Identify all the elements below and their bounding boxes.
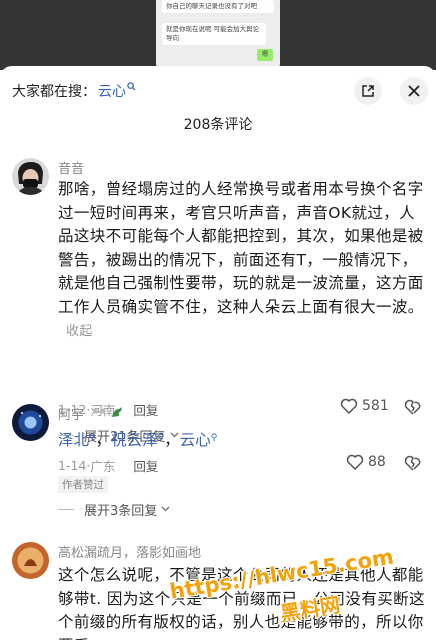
- search-icon: ⚲: [89, 433, 96, 443]
- dislike-button[interactable]: [404, 399, 422, 419]
- butterfly-icon: [92, 408, 110, 423]
- like-button[interactable]: 88: [346, 454, 386, 470]
- author-liked-badge: 作者赞过: [58, 476, 108, 493]
- comment-username[interactable]: 高松漏疏月，落影如画地: [58, 542, 201, 561]
- heart-icon: [340, 398, 358, 414]
- reply-button[interactable]: 回复: [133, 456, 158, 475]
- comment-meta: 1-14 · 广东 回复: [58, 456, 158, 475]
- divider-line: [58, 509, 74, 510]
- comment-username[interactable]: 音音: [58, 158, 84, 177]
- dislike-button[interactable]: [404, 455, 422, 475]
- chat-bubble-2: 就是你现在说呢 可能会加大舆论导向: [162, 23, 266, 45]
- reply-button[interactable]: 回复: [133, 400, 158, 419]
- chat-bubble-1: 你自己的聊天记录也没有了对吧: [162, 0, 274, 13]
- comment-location: 广东: [90, 459, 116, 474]
- avatar[interactable]: [12, 404, 49, 441]
- avatar[interactable]: [12, 158, 49, 195]
- keyword-link-2[interactable]: 祝云泽: [111, 431, 158, 449]
- comment-body: 那啥，曾经塌房过的人经常换号或者用本号换个名字过一短时间再来，考官只听声音，声音…: [58, 180, 424, 316]
- comment-text: 那啥，曾经塌房过的人经常换号或者用本号换个名字过一短时间再来，考官只听声音，声音…: [58, 178, 428, 344]
- keyword-link-1[interactable]: 泽北: [58, 431, 89, 449]
- heart-icon: [346, 454, 364, 470]
- separator: ，: [164, 431, 180, 449]
- comment-username[interactable]: 阿宇: [58, 404, 124, 423]
- close-icon: [408, 85, 420, 97]
- search-icon: ⚲: [210, 433, 218, 443]
- avatar[interactable]: [12, 542, 49, 579]
- search-keyword[interactable]: 云心: [98, 81, 126, 101]
- search-prefix: 大家都在搜：: [12, 84, 96, 100]
- expand-replies-button[interactable]: 展开3条回复: [58, 500, 170, 519]
- dragon-icon: [110, 407, 124, 423]
- comment-date: 1-14: [58, 458, 87, 473]
- comment-count: 208条评论: [183, 117, 253, 133]
- search-icon: [127, 82, 136, 94]
- collapse-link[interactable]: 收起: [66, 324, 93, 339]
- chevron-down-icon: [161, 504, 170, 515]
- broken-heart-icon: [404, 455, 421, 471]
- expand-fullscreen-button[interactable]: [354, 77, 382, 105]
- suggested-search[interactable]: 大家都在搜： 云心: [12, 80, 136, 102]
- open-external-icon: [362, 85, 374, 97]
- like-count: 581: [362, 398, 389, 414]
- chat-bubble-green: 嗯: [257, 49, 273, 61]
- comment-username-text: 阿宇: [58, 408, 85, 423]
- expand-replies-label: 展开3条回复: [84, 504, 158, 519]
- chat-screenshot: 你自己的聊天记录也没有了对吧 就是你现在说呢 可能会加大舆论导向 嗯: [156, 0, 280, 68]
- broken-heart-icon: [404, 399, 421, 415]
- like-count: 88: [368, 454, 386, 470]
- search-icon: ⚲: [157, 433, 165, 443]
- like-button[interactable]: 581: [340, 398, 389, 414]
- close-button[interactable]: [400, 77, 428, 105]
- video-preview-area: 你自己的聊天记录也没有了对吧 就是你现在说呢 可能会加大舆论导向 嗯: [0, 0, 436, 70]
- keyword-link-3[interactable]: 云心: [180, 431, 211, 449]
- keyword-links: 泽北⚲，祝云泽⚲，云心⚲: [58, 428, 217, 450]
- separator: ，: [95, 431, 112, 449]
